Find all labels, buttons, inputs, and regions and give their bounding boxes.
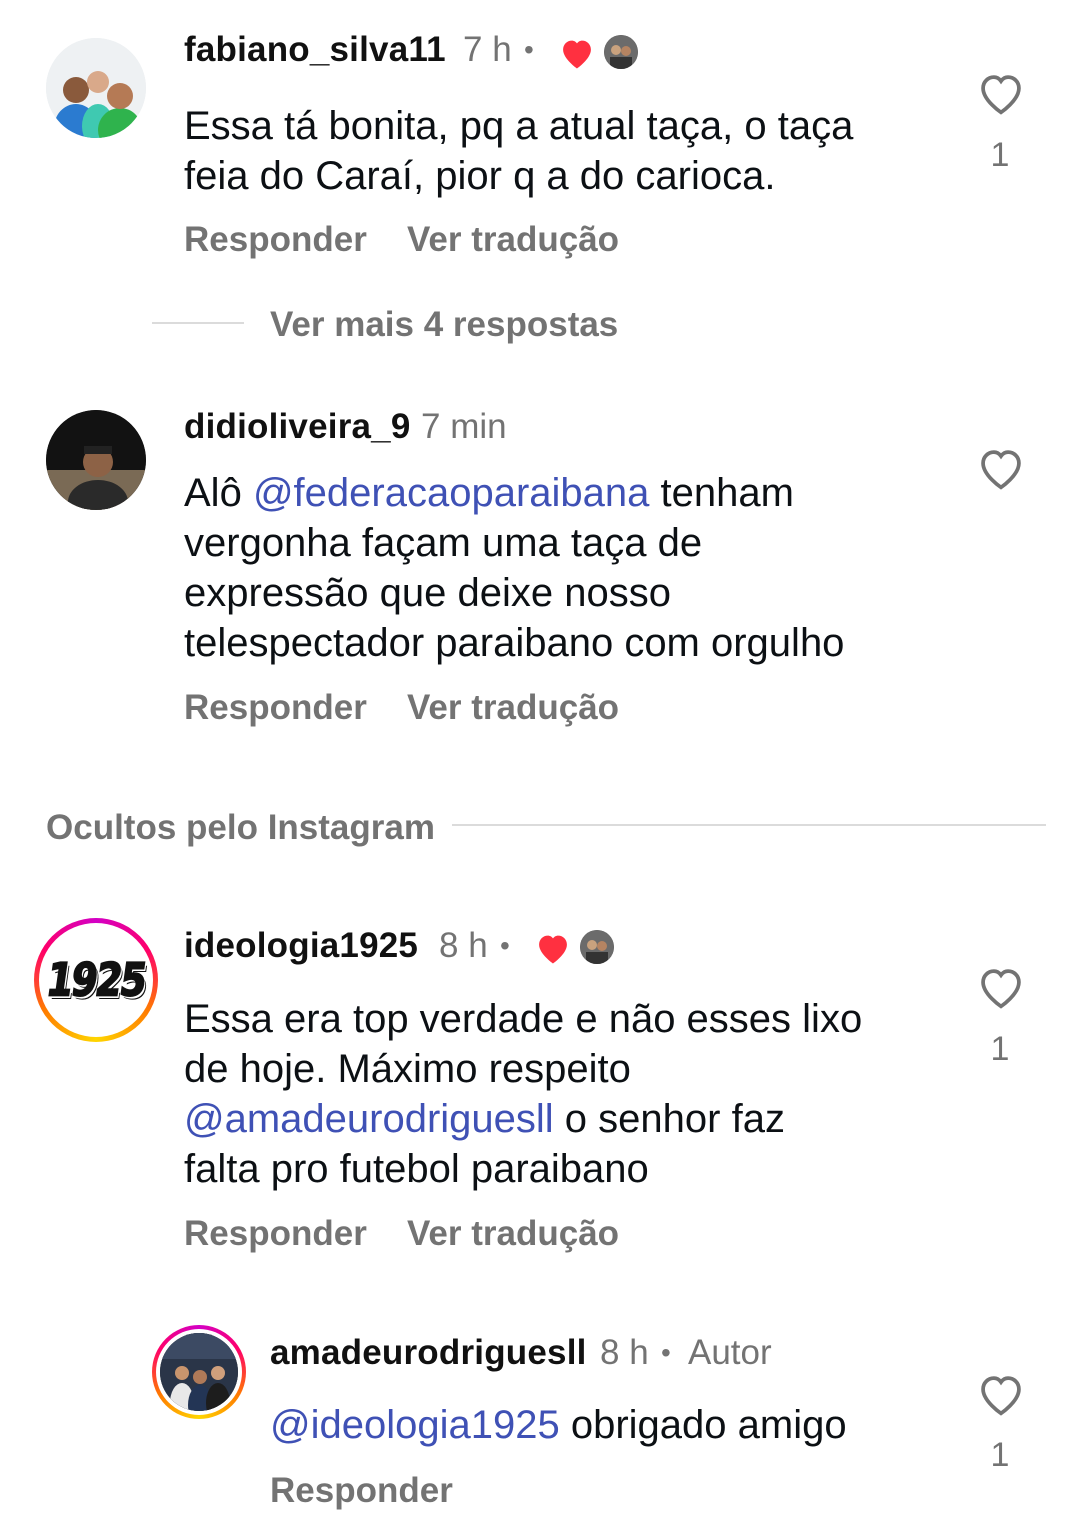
avatar-story-ring[interactable]: 1925 (34, 918, 158, 1042)
mention-link[interactable]: @amadeurodriguesll (184, 1097, 554, 1141)
view-more-replies-button[interactable]: Ver mais 4 respostas (270, 305, 618, 345)
comment-text: Essa era top verdade e não esses lixo de… (184, 997, 863, 1191)
translate-button[interactable]: Ver tradução (407, 1214, 619, 1254)
hidden-by-instagram-label[interactable]: Ocultos pelo Instagram (46, 808, 435, 848)
like-count: 1 (990, 1030, 1010, 1068)
username[interactable]: amadeurodriguesll (270, 1333, 587, 1373)
replies-divider (152, 322, 244, 324)
like-heart-icon[interactable] (976, 964, 1026, 1015)
heart-filled-icon (558, 36, 596, 75)
mention-link[interactable]: @federacaoparaibana (253, 471, 649, 515)
heart-filled-icon (534, 931, 572, 970)
separator-dot: • (661, 1337, 671, 1368)
like-count: 1 (990, 1436, 1010, 1474)
avatar (160, 1333, 238, 1411)
timestamp: 8 h (439, 926, 488, 965)
translate-button[interactable]: Ver tradução (407, 688, 619, 728)
reply-button[interactable]: Responder (184, 1214, 367, 1254)
timestamp: 7 h (463, 30, 512, 69)
separator-dot: • (500, 930, 510, 961)
like-heart-icon[interactable] (976, 70, 1026, 121)
mention-link[interactable]: @ideologia1925 (270, 1403, 560, 1447)
author-badge: Autor (688, 1333, 772, 1372)
author-avatar-small (580, 930, 614, 964)
separator-dot: • (524, 34, 534, 65)
comment-text: Alô @federacaoparaibana tenham vergonha … (184, 471, 845, 665)
comment-text: @ideologia1925 obrigado amigo (270, 1403, 847, 1447)
reply-button[interactable]: Responder (184, 688, 367, 728)
author-avatar-small (604, 35, 638, 69)
like-count: 1 (990, 136, 1010, 174)
avatar[interactable] (46, 38, 146, 138)
timestamp: 7 min (421, 407, 507, 446)
reply-button[interactable]: Responder (184, 220, 367, 260)
avatar-logo-text: 1925 (43, 953, 150, 1007)
avatar-story-ring[interactable] (152, 1325, 246, 1419)
timestamp: 8 h (600, 1333, 649, 1372)
username[interactable]: ideologia1925 (184, 926, 418, 966)
avatar[interactable] (46, 410, 146, 510)
like-heart-icon[interactable] (976, 445, 1026, 496)
username[interactable]: fabiano_silva11 (184, 30, 446, 70)
like-heart-icon[interactable] (976, 1371, 1026, 1422)
translate-button[interactable]: Ver tradução (407, 220, 619, 260)
avatar: 1925 (43, 928, 150, 1032)
username[interactable]: didioliveira_9 (184, 407, 411, 447)
reply-button[interactable]: Responder (270, 1471, 453, 1511)
hidden-section-divider (452, 824, 1046, 826)
comment-text: Essa tá bonita, pq a atual taça, o taça … (184, 104, 854, 198)
